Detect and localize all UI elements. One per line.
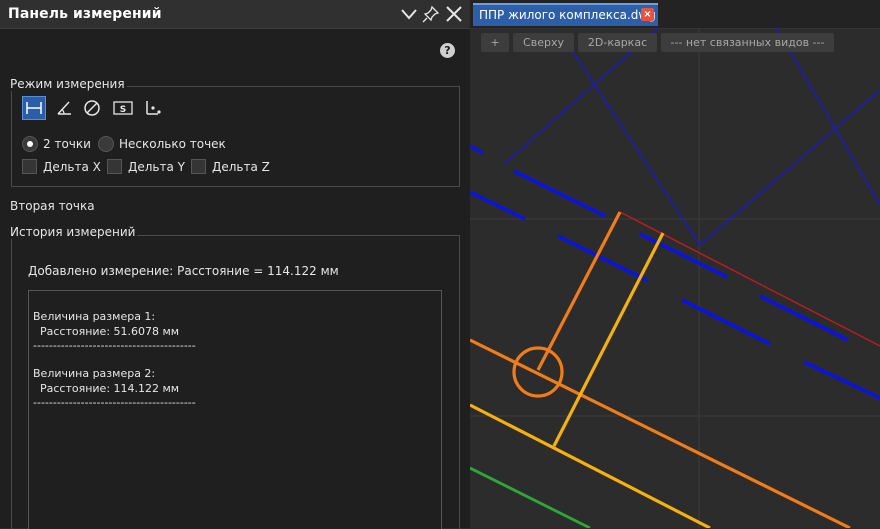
history-log: Величина размера 1: Расстояние: 51.6078 … [28,290,442,529]
view-direction-button[interactable]: Сверху [513,33,574,52]
pin-icon[interactable] [421,4,441,24]
distance-icon [26,102,42,114]
close-icon[interactable] [444,4,464,24]
radio-two-points[interactable] [22,136,38,152]
history-separator: ----------------------------------------… [33,339,196,352]
delta-y-checkbox[interactable] [107,159,122,174]
radio-multiple-points[interactable] [98,136,114,152]
area-icon-letter: S [120,105,126,115]
document-tab-title: ППР жилого комплекса.dwg [479,8,656,22]
diameter-icon [84,100,100,116]
chevron-down-icon[interactable] [399,4,419,24]
delta-x-label: Дельта X [43,160,101,174]
history-line: Величина размера 1: [33,310,156,323]
delta-z-label: Дельта Z [212,160,270,174]
area-icon: S [113,101,133,115]
measurement-panel: Панель измерений ? Режим измерения S 2 т… [0,0,470,529]
drawing-viewport[interactable]: ППР жилого комплекса.dwg × + Сверху 2D-к… [470,0,880,528]
tab-close-icon[interactable]: × [641,8,654,21]
angle-icon [57,101,71,115]
coordinates-tool-button[interactable] [141,96,165,120]
panel-title: Панель измерений [8,6,162,22]
history-separator: ----------------------------------------… [33,396,196,409]
radio-multiple-points-label: Несколько точек [119,137,226,151]
radio-two-points-label: 2 точки [43,137,91,151]
area-tool-button[interactable]: S [111,96,135,120]
visual-style-button[interactable]: 2D-каркас [578,33,657,52]
delta-x-checkbox[interactable] [22,159,37,174]
coordinates-icon [146,101,161,115]
second-point-label: Вторая точка [10,199,95,213]
history-line: Величина размера 2: [33,367,156,380]
cad-drawing-canvas[interactable] [470,0,880,528]
history-line: Расстояние: 114.122 мм [33,382,180,395]
help-icon[interactable]: ? [440,43,455,58]
panel-header: Панель измерений [0,0,470,29]
document-tab-strip: ППР жилого комплекса.dwg × [470,0,880,28]
delta-z-checkbox[interactable] [191,159,206,174]
diameter-tool-button[interactable] [80,96,104,120]
distance-tool-button[interactable] [22,96,46,120]
document-tab[interactable]: ППР жилого комплекса.dwg × [473,3,658,26]
delta-y-label: Дельта Y [128,160,185,174]
measurement-history-label: История измерений [10,225,138,239]
linked-views-button[interactable]: --- нет связанных видов --- [661,33,834,52]
added-measurement-text: Добавлено измерение: Расстояние = 114.12… [28,264,339,278]
measurement-mode-label: Режим измерения [10,77,127,91]
history-line: Расстояние: 51.6078 мм [33,325,180,338]
viewport-controls-button[interactable]: + [481,33,509,52]
angle-tool-button[interactable] [52,96,76,120]
